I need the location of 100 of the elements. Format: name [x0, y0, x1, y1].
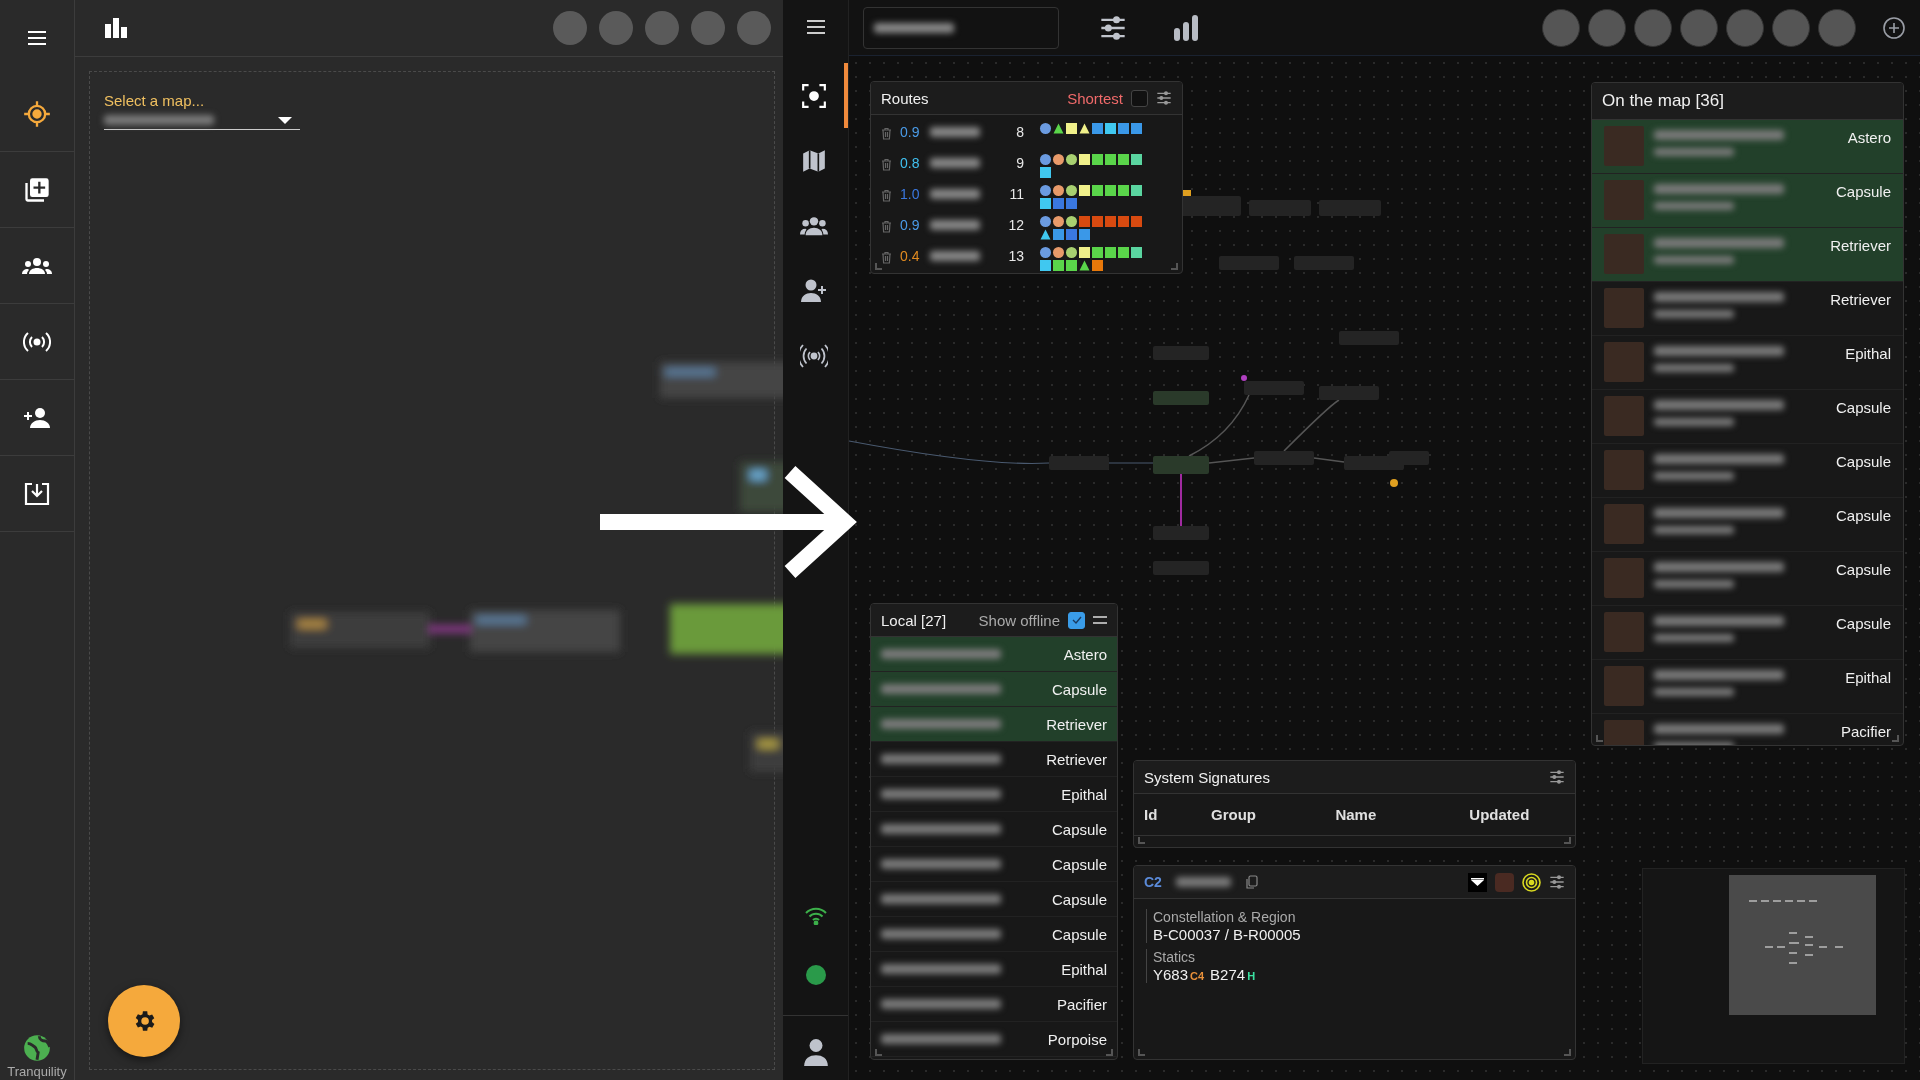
sliders-icon[interactable] — [1099, 13, 1127, 42]
system-marker[interactable] — [1066, 185, 1077, 196]
system-marker[interactable] — [1040, 260, 1051, 271]
system-marker[interactable] — [1131, 216, 1142, 227]
system-marker[interactable] — [1040, 185, 1051, 196]
system-marker[interactable] — [1092, 216, 1103, 227]
system-marker[interactable] — [1066, 216, 1077, 227]
avatar[interactable] — [1680, 8, 1718, 47]
avatar[interactable] — [1634, 8, 1672, 47]
system-marker[interactable] — [1105, 154, 1116, 165]
system-marker[interactable] — [1118, 154, 1129, 165]
system-marker[interactable] — [1053, 198, 1064, 209]
system-marker[interactable] — [1053, 229, 1064, 240]
system-marker[interactable] — [1040, 167, 1051, 178]
system-marker[interactable] — [1053, 260, 1064, 271]
character-row[interactable]: Capsule — [1592, 552, 1903, 606]
character-row[interactable]: Epithal — [1592, 336, 1903, 390]
map-node[interactable] — [1249, 200, 1311, 216]
map-node[interactable] — [1153, 526, 1209, 540]
character-row[interactable]: Retriever — [1592, 282, 1903, 336]
system-marker[interactable] — [1118, 185, 1129, 196]
character-row[interactable]: Retriever — [871, 742, 1117, 777]
map-node[interactable] — [1244, 381, 1304, 395]
character-row[interactable]: Capsule — [871, 847, 1117, 882]
avatar[interactable] — [1542, 8, 1580, 47]
add-circle-icon[interactable] — [1882, 15, 1906, 40]
trash-icon[interactable] — [881, 127, 892, 140]
system-marker[interactable] — [1105, 123, 1116, 134]
character-row[interactable]: Capsule — [1592, 498, 1903, 552]
system-marker[interactable] — [1131, 247, 1142, 258]
sliders-icon[interactable] — [1549, 769, 1565, 785]
system-marker[interactable] — [1131, 185, 1142, 196]
character-row[interactable]: Capsule — [871, 672, 1117, 707]
map-select[interactable]: Select a map... — [104, 92, 300, 130]
user-icon[interactable] — [802, 1038, 829, 1066]
menu-icon[interactable] — [1093, 615, 1107, 625]
system-marker[interactable] — [1040, 198, 1051, 209]
avatar[interactable] — [645, 11, 679, 45]
person-add-icon[interactable] — [799, 277, 828, 304]
character-row[interactable]: Capsule — [871, 882, 1117, 917]
character-row[interactable]: Epithal — [1592, 660, 1903, 714]
system-marker[interactable] — [1118, 216, 1129, 227]
map-node[interactable] — [1049, 456, 1109, 470]
avatar[interactable] — [737, 11, 771, 45]
avatar[interactable] — [1772, 8, 1810, 47]
map-node[interactable] — [1339, 331, 1399, 345]
column-header[interactable]: Updated — [1469, 806, 1565, 823]
system-marker[interactable] — [1131, 154, 1142, 165]
character-row[interactable]: Astero — [871, 637, 1117, 672]
system-marker[interactable] — [1040, 229, 1051, 240]
avatar[interactable] — [1726, 8, 1764, 47]
system-marker[interactable] — [1040, 123, 1051, 134]
system-marker[interactable] — [1092, 154, 1103, 165]
system-marker[interactable] — [1066, 247, 1077, 258]
signal-bars-icon[interactable] — [1173, 13, 1199, 42]
avatar[interactable] — [553, 11, 587, 45]
target-icon[interactable] — [1522, 872, 1541, 892]
character-row[interactable]: Capsule — [871, 812, 1117, 847]
system-marker[interactable] — [1131, 123, 1142, 134]
system-marker[interactable] — [1053, 247, 1064, 258]
system-marker[interactable] — [1105, 185, 1116, 196]
system-marker[interactable] — [1092, 185, 1103, 196]
bar-chart-icon[interactable] — [103, 16, 129, 40]
map-node[interactable] — [1153, 391, 1209, 405]
system-marker[interactable] — [1079, 229, 1090, 240]
avatar[interactable] — [1588, 8, 1626, 47]
system-marker[interactable] — [1040, 216, 1051, 227]
system-marker[interactable] — [1053, 216, 1064, 227]
sliders-icon[interactable] — [1549, 874, 1565, 890]
trash-icon[interactable] — [881, 220, 892, 233]
avatar[interactable] — [1818, 8, 1856, 47]
map-node[interactable] — [1389, 451, 1429, 465]
character-row[interactable]: Capsule — [871, 917, 1117, 952]
column-header[interactable]: Group — [1211, 806, 1336, 823]
add-box-icon[interactable] — [23, 175, 51, 204]
broadcast-icon[interactable] — [23, 329, 51, 354]
copy-icon[interactable] — [1244, 874, 1258, 890]
system-marker[interactable] — [1079, 216, 1090, 227]
system-marker[interactable] — [1066, 123, 1077, 134]
system-marker[interactable] — [1066, 154, 1077, 165]
system-marker[interactable] — [1118, 123, 1129, 134]
avatar[interactable] — [599, 11, 633, 45]
system-marker[interactable] — [1092, 260, 1103, 271]
map-node[interactable] — [1254, 451, 1314, 465]
system-marker[interactable] — [1079, 123, 1090, 134]
trash-icon[interactable] — [881, 158, 892, 171]
character-row[interactable]: Astero — [1592, 120, 1903, 174]
character-row[interactable]: Capsule — [1592, 174, 1903, 228]
character-row[interactable]: Retriever — [871, 707, 1117, 742]
minimap[interactable] — [1642, 868, 1905, 1064]
map-icon[interactable] — [800, 147, 827, 174]
character-row[interactable]: Epithal — [871, 777, 1117, 812]
broadcast-icon[interactable] — [799, 343, 828, 368]
system-marker[interactable] — [1118, 247, 1129, 258]
character-row[interactable]: Porpoise — [871, 1022, 1117, 1057]
map-node[interactable] — [1319, 386, 1379, 400]
system-marker[interactable] — [1053, 154, 1064, 165]
shortest-checkbox[interactable] — [1131, 89, 1148, 107]
character-row[interactable]: Retriever — [1592, 228, 1903, 282]
trash-icon[interactable] — [881, 189, 892, 202]
